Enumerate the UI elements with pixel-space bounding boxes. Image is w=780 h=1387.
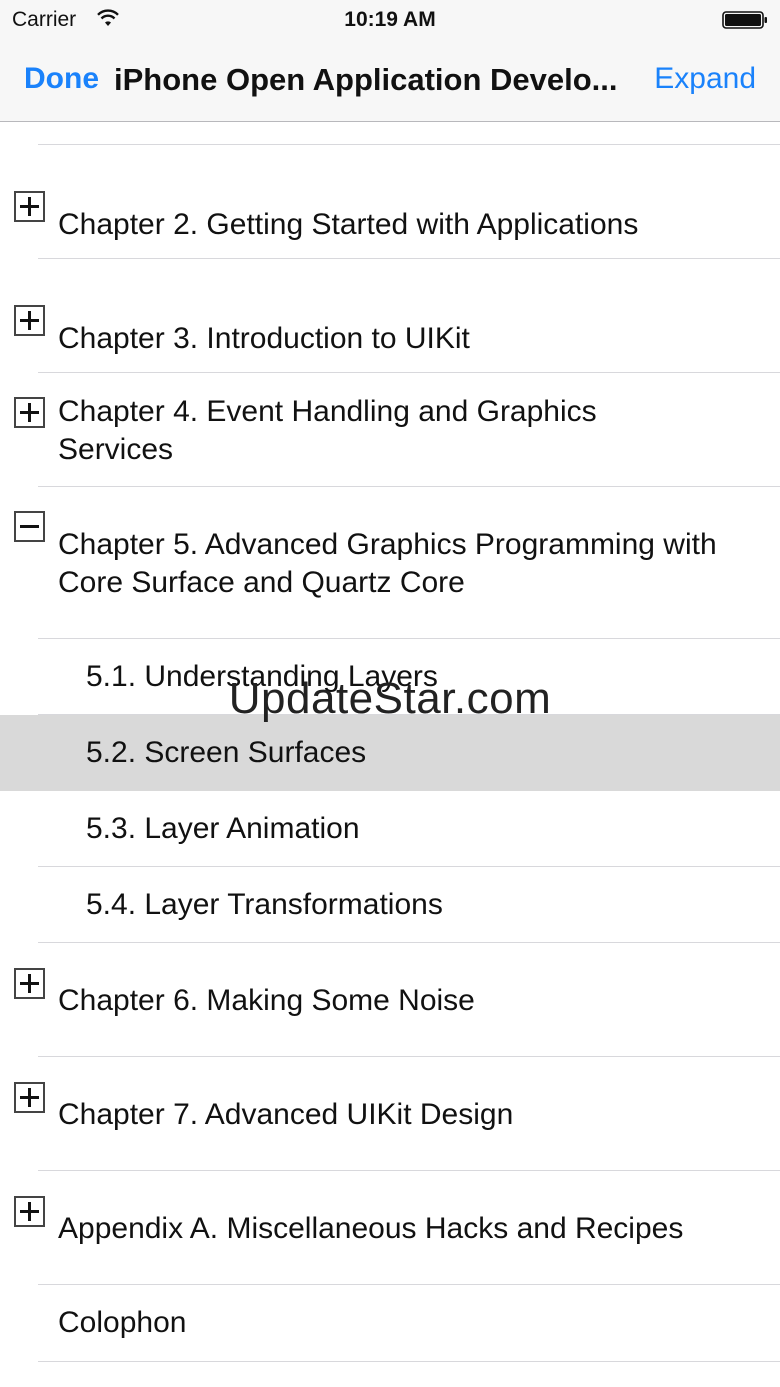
table-of-contents[interactable]: Chapter 2. Getting Started with Applicat… [0, 122, 780, 1387]
navigation-bar: Done iPhone Open Application Develo... E… [0, 40, 780, 122]
toc-row-colophon[interactable]: Colophon [0, 1285, 780, 1362]
toc-row-label: Chapter 5. Advanced Graphics Programming… [58, 528, 717, 599]
expand-plus-icon[interactable] [14, 1082, 45, 1113]
toc-row-section-5-1[interactable]: 5.1. Understanding Layers [0, 639, 780, 715]
toc-row-chapter-5[interactable]: Chapter 5. Advanced Graphics Programming… [0, 487, 780, 639]
toc-row-label: 5.3. Layer Animation [86, 812, 360, 845]
toc-row-section-5-3[interactable]: 5.3. Layer Animation [0, 791, 780, 867]
toc-row-label: Chapter 6. Making Some Noise [58, 984, 475, 1017]
battery-icon [722, 11, 767, 29]
toc-row-label: 5.4. Layer Transformations [86, 888, 443, 921]
toc-row-section-5-2[interactable]: 5.2. Screen Surfaces [0, 715, 780, 791]
done-button[interactable]: Done [24, 62, 99, 96]
expand-plus-icon[interactable] [14, 397, 45, 428]
expand-plus-icon[interactable] [14, 968, 45, 999]
toc-row-label: Chapter 4. Event Handling and Graphics S… [58, 395, 597, 466]
expand-plus-icon[interactable] [14, 305, 45, 336]
collapse-minus-icon[interactable] [14, 511, 45, 542]
toc-row-label: Chapter 3. Introduction to UIKit [58, 322, 470, 355]
toc-row-label: Chapter 7. Advanced UIKit Design [58, 1098, 514, 1131]
toc-row-label: Appendix A. Miscellaneous Hacks and Reci… [58, 1212, 684, 1245]
toc-row-chapter-6[interactable]: Chapter 6. Making Some Noise [0, 943, 780, 1057]
status-time: 10:19 AM [344, 8, 436, 31]
page-title: iPhone Open Application Develo... [114, 62, 618, 97]
toc-row-appendix-a[interactable]: Appendix A. Miscellaneous Hacks and Reci… [0, 1171, 780, 1285]
toc-row-section-5-4[interactable]: 5.4. Layer Transformations [0, 867, 780, 943]
expand-plus-icon[interactable] [14, 1196, 45, 1227]
toc-row-chapter-3[interactable]: Chapter 3. Introduction to UIKit [0, 259, 780, 373]
toc-row-chapter-2[interactable]: Chapter 2. Getting Started with Applicat… [0, 145, 780, 259]
expand-button[interactable]: Expand [654, 62, 756, 96]
status-bar: Carrier 10:19 AM [0, 0, 780, 40]
toc-row-label: Colophon [58, 1306, 187, 1339]
toc-row-chapter-4[interactable]: Chapter 4. Event Handling and Graphics S… [0, 373, 780, 487]
toc-row-label: 5.1. Understanding Layers [86, 660, 438, 693]
toc-row-label: 5.2. Screen Surfaces [86, 736, 367, 769]
expand-plus-icon[interactable] [14, 191, 45, 222]
toc-row-chapter-7[interactable]: Chapter 7. Advanced UIKit Design [0, 1057, 780, 1171]
toc-row-label: Chapter 2. Getting Started with Applicat… [58, 208, 639, 241]
